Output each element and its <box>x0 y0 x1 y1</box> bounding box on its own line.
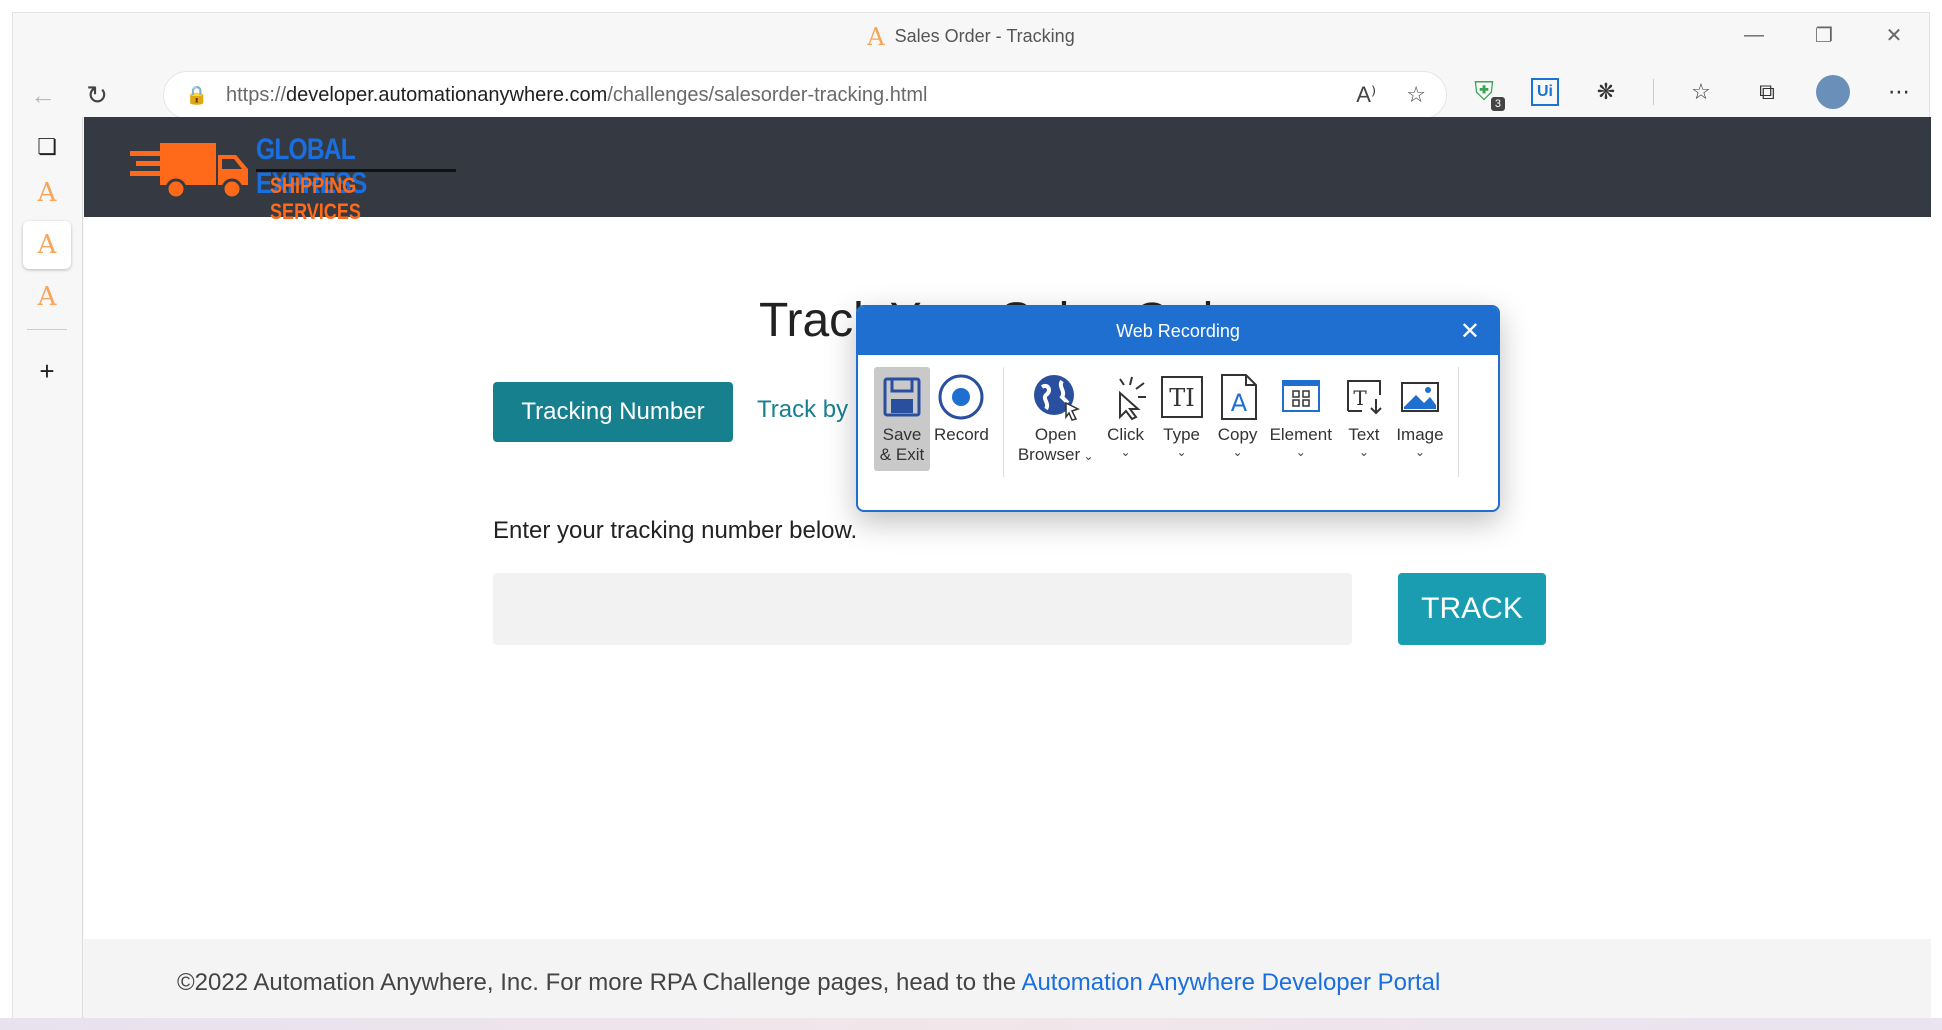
image-button[interactable]: Image ⌄ <box>1392 367 1448 465</box>
save-icon <box>878 373 926 421</box>
divider <box>1457 367 1459 477</box>
site-header: GLOBAL EXPRESS SHIPPING SERVICES <box>84 117 1931 224</box>
vertical-tabs-sidebar: ❏ A A A + <box>13 117 83 1019</box>
toolbar: ← ↻ 🔒 https://developer.automationanywhe… <box>13 65 1929 125</box>
web-page: GLOBAL EXPRESS SHIPPING SERVICES Track Y… <box>84 117 1931 1019</box>
footer: ©2022 Automation Anywhere, Inc. For more… <box>84 939 1931 1019</box>
click-icon <box>1102 373 1150 421</box>
tab-aa-3-icon[interactable]: A <box>23 273 71 321</box>
element-icon <box>1277 373 1325 421</box>
tracking-number-input[interactable] <box>493 573 1352 645</box>
globe-icon <box>1032 373 1080 421</box>
truck-icon <box>130 143 248 200</box>
type-icon: TI <box>1158 373 1206 421</box>
favorites-icon[interactable]: ☆ <box>1682 73 1720 111</box>
image-icon <box>1396 373 1444 421</box>
copy-button[interactable]: A Copy ⌄ <box>1210 367 1266 465</box>
open-browser-button[interactable]: Open Browser ⌄ <box>1014 367 1098 471</box>
divider <box>27 329 67 330</box>
text-button[interactable]: T Text ⌄ <box>1336 367 1392 465</box>
extensions-bar: ⛨ 3 Ui ❋ ☆ ⧉ ⋯ <box>1465 73 1918 111</box>
close-window-button[interactable]: ✕ <box>1859 13 1929 57</box>
new-tab-plus-icon[interactable]: + <box>23 347 71 395</box>
web-recording-header: Web Recording ✕ <box>858 307 1498 355</box>
back-icon[interactable]: ← <box>23 75 63 115</box>
instruction-text: Enter your tracking number below. <box>493 517 858 544</box>
record-icon <box>937 373 985 421</box>
divider <box>1653 79 1654 105</box>
chevron-down-icon: ⌄ <box>1080 449 1094 463</box>
profile-avatar[interactable] <box>1814 73 1852 111</box>
more-menu-icon[interactable]: ⋯ <box>1880 73 1918 111</box>
title-bar: A Sales Order - Tracking — ❐ ✕ <box>13 13 1929 61</box>
type-button[interactable]: TI Type ⌄ <box>1154 367 1210 465</box>
minimize-button[interactable]: — <box>1719 13 1789 57</box>
recorder-toolbar: Save & Exit Record Open Browser ⌄ Click … <box>874 367 1469 477</box>
window-controls: — ❐ ✕ <box>1719 13 1929 57</box>
refresh-icon[interactable]: ↻ <box>77 75 117 115</box>
window-title-text: Sales Order - Tracking <box>894 26 1075 46</box>
add-favorite-icon[interactable]: ☆ <box>1406 82 1426 108</box>
read-aloud-icon[interactable]: A⁾ <box>1356 82 1376 108</box>
extensions-puzzle-icon[interactable]: ❋ <box>1587 73 1625 111</box>
uipath-extension-icon[interactable]: Ui <box>1531 78 1559 106</box>
copy-icon: A <box>1214 373 1262 421</box>
tab-aa-active-icon[interactable]: A <box>23 221 71 269</box>
chevron-down-icon: ⌄ <box>1414 445 1425 459</box>
click-button[interactable]: Click ⌄ <box>1098 367 1154 465</box>
element-button[interactable]: Element ⌄ <box>1266 367 1336 465</box>
window-title: A Sales Order - Tracking <box>13 22 1929 51</box>
tab-aa-1-icon[interactable]: A <box>23 169 71 217</box>
chevron-down-icon: ⌄ <box>1295 445 1306 459</box>
logo-line2: SHIPPING SERVICES <box>270 173 361 224</box>
browser-window: A Sales Order - Tracking — ❐ ✕ ← ↻ 🔒 htt… <box>12 12 1931 1019</box>
footer-text: ©2022 Automation Anywhere, Inc. For more… <box>177 969 1441 996</box>
chevron-down-icon: ⌄ <box>1358 445 1369 459</box>
restore-button[interactable]: ❐ <box>1789 13 1859 57</box>
logo[interactable]: GLOBAL EXPRESS SHIPPING SERVICES <box>130 129 460 224</box>
chevron-down-icon: ⌄ <box>1232 445 1243 459</box>
text-icon: T <box>1340 373 1388 421</box>
svg-text:T: T <box>1353 386 1367 410</box>
svg-text:A: A <box>1230 389 1247 417</box>
tab-tracking-number[interactable]: Tracking Number <box>493 382 733 442</box>
track-button[interactable]: TRACK <box>1398 573 1546 645</box>
tab-track-by[interactable]: Track by <box>757 396 848 424</box>
shield-extension-icon[interactable]: ⛨ 3 <box>1465 73 1505 111</box>
record-button[interactable]: Record <box>930 367 993 451</box>
web-recording-dialog: Web Recording ✕ Save & Exit Record Open … <box>856 305 1500 512</box>
collections-icon[interactable]: ⧉ <box>1748 73 1786 111</box>
svg-text:TI: TI <box>1169 384 1195 412</box>
close-icon[interactable]: ✕ <box>1460 317 1480 346</box>
web-recording-title: Web Recording <box>1116 320 1240 341</box>
url-text[interactable]: https://developer.automationanywhere.com… <box>226 84 928 107</box>
divider <box>1002 367 1004 477</box>
chevron-down-icon: ⌄ <box>1176 445 1187 459</box>
developer-portal-link[interactable]: Automation Anywhere Developer Portal <box>1021 969 1440 996</box>
address-bar[interactable]: 🔒 https://developer.automationanywhere.c… <box>163 71 1447 119</box>
chevron-down-icon: ⌄ <box>1120 445 1131 459</box>
automation-anywhere-icon: A <box>867 22 885 51</box>
lock-icon[interactable]: 🔒 <box>186 84 208 106</box>
save-exit-button[interactable]: Save & Exit <box>874 367 930 471</box>
taskbar-strip <box>0 1018 1942 1030</box>
tab-actions-icon[interactable]: ❏ <box>23 123 71 171</box>
